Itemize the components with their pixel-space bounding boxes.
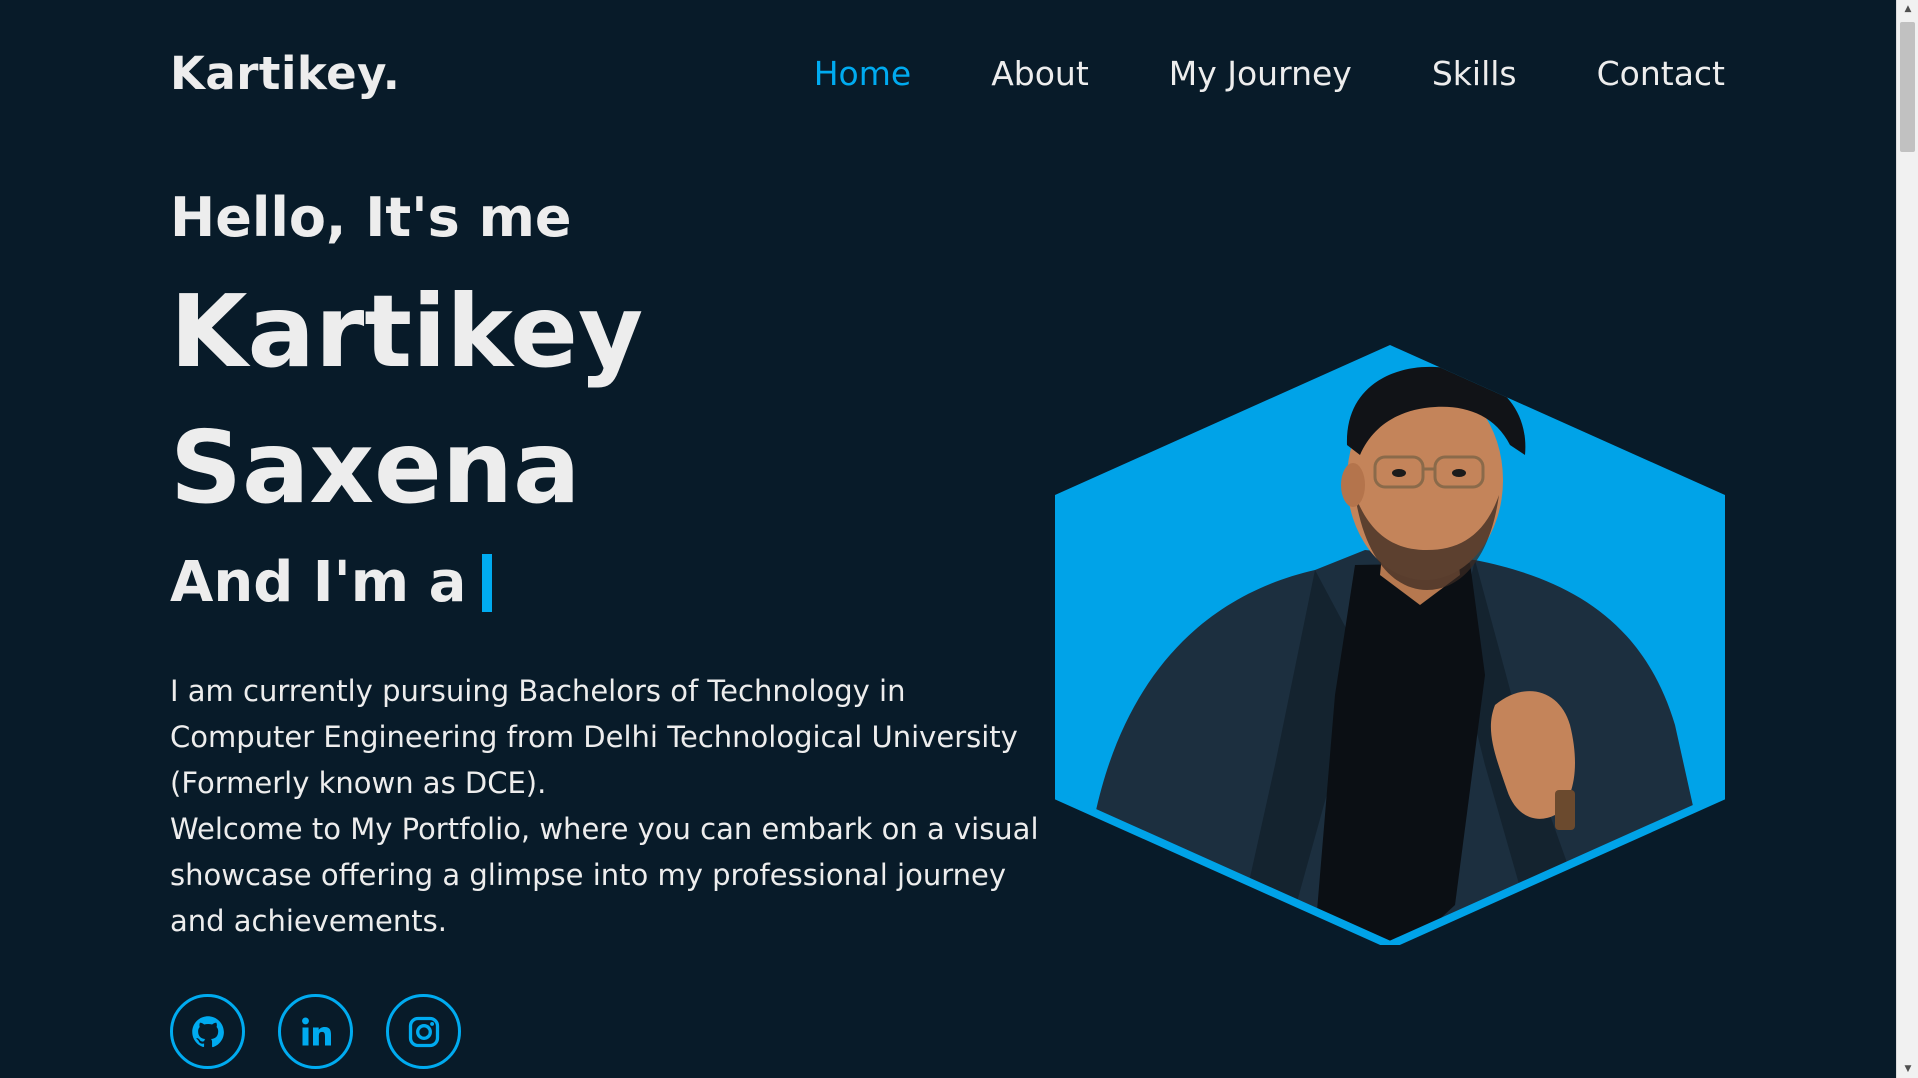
linkedin-link[interactable]	[278, 994, 353, 1069]
profile-photo-frame	[1055, 345, 1725, 945]
profile-photo	[1055, 345, 1725, 945]
nav-link-contact[interactable]: Contact	[1597, 54, 1725, 93]
linkedin-icon	[301, 1016, 331, 1045]
hero-first-name: Kartikey	[170, 273, 644, 390]
nav-link-skills[interactable]: Skills	[1432, 54, 1517, 93]
portfolio-page: Kartikey. Home About My Journey Skills C…	[0, 0, 1896, 1078]
social-links	[170, 994, 494, 1069]
site-header: Kartikey. Home About My Journey Skills C…	[170, 40, 1725, 106]
nav-link-about[interactable]: About	[991, 54, 1089, 93]
scrollbar-thumb[interactable]	[1900, 22, 1915, 152]
instagram-link[interactable]	[386, 994, 461, 1069]
github-link[interactable]	[170, 994, 245, 1069]
nav-link-home[interactable]: Home	[814, 54, 911, 93]
hero-description-education: I am currently pursuing Bachelors of Tec…	[170, 674, 1018, 800]
hero-greeting: Hello, It's me	[170, 186, 572, 249]
nav-link-my-journey[interactable]: My Journey	[1169, 54, 1352, 93]
scroll-up-arrow-icon[interactable]: ▲	[1897, 0, 1918, 18]
vertical-scrollbar[interactable]: ▲ ▼	[1896, 0, 1918, 1078]
site-logo[interactable]: Kartikey.	[170, 47, 400, 100]
github-icon	[191, 1015, 224, 1047]
hero-description: I am currently pursuing Bachelors of Tec…	[170, 668, 1050, 944]
hero-section: Hello, It's me Kartikey Saxena And I'm a…	[170, 180, 1050, 944]
hero-role: And I'm a	[170, 544, 1050, 622]
typing-cursor	[482, 554, 493, 612]
scroll-down-arrow-icon[interactable]: ▼	[1897, 1060, 1918, 1078]
main-nav: Home About My Journey Skills Contact	[734, 54, 1725, 93]
hero-description-welcome: Welcome to My Portfolio, where you can e…	[170, 812, 1039, 938]
instagram-icon	[408, 1016, 439, 1047]
hero-last-name: Saxena	[170, 409, 581, 526]
hero-role-prefix: And I'm a	[170, 550, 467, 615]
